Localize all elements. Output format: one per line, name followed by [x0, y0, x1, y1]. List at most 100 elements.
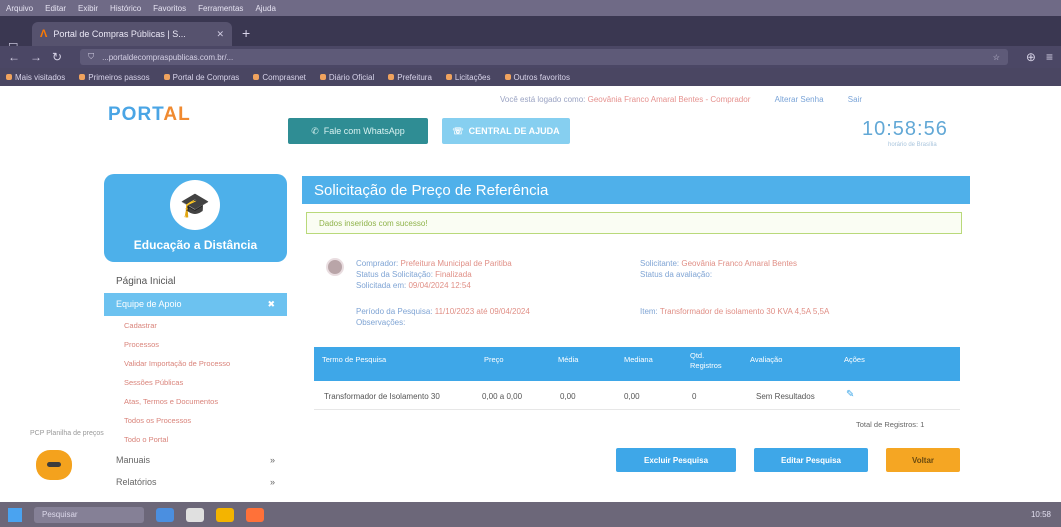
sidebar-item-label: Relatórios [116, 477, 157, 487]
sidebar-subitem[interactable]: Cadastrar [104, 316, 287, 335]
cell-price: 0,00 a 0,00 [482, 392, 523, 401]
observations-label: Observações: [356, 318, 406, 327]
table-row: Transformador de Isolamento 30 0,00 a 0,… [314, 386, 960, 410]
col-term[interactable]: Termo de Pesquisa [322, 355, 386, 364]
logo-main: PORT [108, 104, 164, 125]
success-alert: Dados inseridos com sucesso! [306, 212, 962, 234]
sidebar-item-manuals[interactable]: Manuais » [104, 449, 287, 471]
chevron-down-icon: » [269, 455, 275, 465]
education-banner[interactable]: 🎓 Educação a Distância [104, 174, 287, 262]
browser-menu-item[interactable]: Favoritos [153, 4, 186, 13]
bookmark-star-icon[interactable]: ☆ [993, 53, 1000, 62]
sidebar-subitem[interactable]: Todos os Processos [104, 411, 287, 430]
address-bar[interactable]: ⛉ ...portaldecompraspublicas.com.br/... … [80, 49, 1008, 65]
file-explorer-icon[interactable] [156, 507, 174, 522]
sidebar-subitem[interactable]: Validar Importação de Processo [104, 354, 287, 373]
browser-menu-item[interactable]: Ajuda [255, 4, 275, 13]
bookmark-icon [163, 73, 170, 80]
reload-icon[interactable]: ↻ [52, 50, 62, 64]
sidebar-subitem[interactable]: Todo o Portal [104, 430, 287, 449]
status-label: Status da Solicitação: [356, 270, 433, 279]
whatsapp-button-label: Fale com WhatsApp [323, 126, 405, 136]
bookmark-icon [388, 73, 395, 80]
chrome-icon[interactable] [186, 507, 204, 522]
item-label: Item: [640, 307, 658, 316]
user-prefix: Você está logado como: [500, 95, 586, 104]
logout-link[interactable]: Sair [848, 95, 862, 104]
tab-title: Portal de Compras Públicas | S... [53, 29, 186, 39]
sidebar-subitem[interactable]: Atas, Termos e Documentos [104, 392, 287, 411]
help-center-label: CENTRAL DE AJUDA [468, 126, 560, 136]
chevron-down-icon: » [269, 477, 275, 487]
requester-value: Geovânia Franco Amaral Bentes [681, 259, 797, 268]
new-tab-icon[interactable]: + [242, 25, 250, 41]
clock-subtitle: horário de Brasília [888, 142, 937, 148]
bookmark-label: Outros favoritos [513, 72, 570, 82]
bookmark-item[interactable]: Licitações [445, 72, 491, 82]
status-value: Finalizada [435, 270, 472, 279]
requested-label: Solicitada em: [356, 281, 407, 290]
collapse-icon[interactable]: ✖ [267, 299, 275, 310]
windows-start-icon[interactable] [8, 507, 22, 522]
browser-menu-item[interactable]: Editar [45, 4, 66, 13]
browser-menubar: Arquivo Editar Exibir Histórico Favoritos Fer… [0, 0, 1061, 16]
browser-menu-item[interactable]: Ferramentas [198, 4, 243, 13]
sidebar-item-support-team[interactable]: Equipe de Apoio ✖ [104, 293, 287, 316]
portal-logo[interactable]: PORTAL [108, 104, 191, 126]
bookmark-item[interactable]: Portal de Compras [163, 73, 239, 82]
sidebar-subitem[interactable]: Sessões Públicas [104, 373, 287, 392]
portal-favicon-icon: Λ [40, 28, 48, 40]
firefox-icon[interactable] [246, 507, 264, 522]
close-tab-icon[interactable]: ✕ [216, 29, 224, 40]
change-password-link[interactable]: Alterar Senha [775, 95, 824, 104]
forward-icon[interactable]: → [30, 50, 42, 64]
sidebar-item-label: Manuais [116, 455, 151, 465]
edit-icon[interactable]: ✎ [846, 389, 854, 400]
browser-navbar: ← → ↻ ⛉ ...portaldecompraspublicas.com.b… [0, 46, 1061, 68]
col-evaluation[interactable]: Avaliação [750, 355, 782, 364]
bookmarks-bar: Mais visitados Primeiros passos Portal de … [0, 68, 1061, 86]
cell-records: 0 [692, 392, 697, 401]
col-price[interactable]: Preço [484, 355, 504, 364]
col-median[interactable]: Mediana [624, 355, 653, 364]
education-title: Educação a Distância [133, 238, 258, 252]
whatsapp-button[interactable]: ✆ Fale com WhatsApp [288, 118, 428, 144]
sidebar-item-reports[interactable]: Relatórios » [104, 471, 287, 493]
period-label: Período da Pesquisa: [356, 307, 433, 316]
sidebar-subitem[interactable]: Processos [104, 335, 287, 354]
browser-menu-item[interactable]: Arquivo [6, 4, 33, 13]
bookmark-icon [79, 73, 86, 80]
sidebar-submenu: Cadastrar Processos Validar Importação de … [104, 316, 287, 449]
os-taskbar: Pesquisar 10:58 [0, 502, 1061, 527]
browser-menu-item[interactable]: Histórico [110, 4, 141, 13]
requester-label: Solicitante: [640, 259, 680, 268]
col-records[interactable]: Qtd. Registros [690, 351, 732, 371]
item-value: Transformador de isolamento 30 KVA 4,5A … [659, 307, 830, 316]
col-average[interactable]: Média [558, 355, 578, 364]
edit-research-button[interactable]: Editar Pesquisa [754, 448, 868, 472]
back-button[interactable]: Voltar [886, 448, 960, 472]
bookmark-label: Primeiros passos [88, 72, 150, 82]
bookmark-item[interactable]: Mais visitados [6, 73, 65, 82]
browser-tab-active[interactable]: Λ Portal de Compras Públicas | S... ✕ [32, 22, 232, 46]
delete-research-button[interactable]: Excluir Pesquisa [616, 448, 736, 472]
bookmark-item[interactable]: Prefeitura [388, 73, 432, 82]
bookmark-item[interactable]: Comprasnet [253, 73, 306, 82]
bookmark-label: Licitações [454, 72, 491, 82]
back-icon[interactable]: ← [8, 50, 20, 64]
graduation-cap-icon: 🎓 [170, 180, 220, 230]
bookmark-item[interactable]: Outros favoritos [504, 72, 570, 82]
browser-menu-item[interactable]: Exibir [78, 4, 98, 13]
sidebar-item-home[interactable]: Página Inicial [104, 270, 287, 293]
col-actions: Ações [844, 355, 865, 364]
bookmark-label: Prefeitura [397, 72, 432, 82]
menu-icon[interactable]: ≡ [1046, 50, 1053, 64]
chat-bubble-icon[interactable] [36, 450, 72, 480]
whatsapp-icon: ✆ [311, 125, 319, 136]
bookmark-item[interactable]: Diário Oficial [319, 73, 374, 82]
folder-icon[interactable] [216, 507, 234, 522]
taskbar-search[interactable]: Pesquisar [34, 506, 144, 523]
help-center-button[interactable]: ☏ CENTRAL DE AJUDA [442, 118, 570, 144]
bookmark-item[interactable]: Primeiros passos [79, 72, 150, 82]
extensions-icon[interactable]: ⊕ [1026, 50, 1036, 64]
